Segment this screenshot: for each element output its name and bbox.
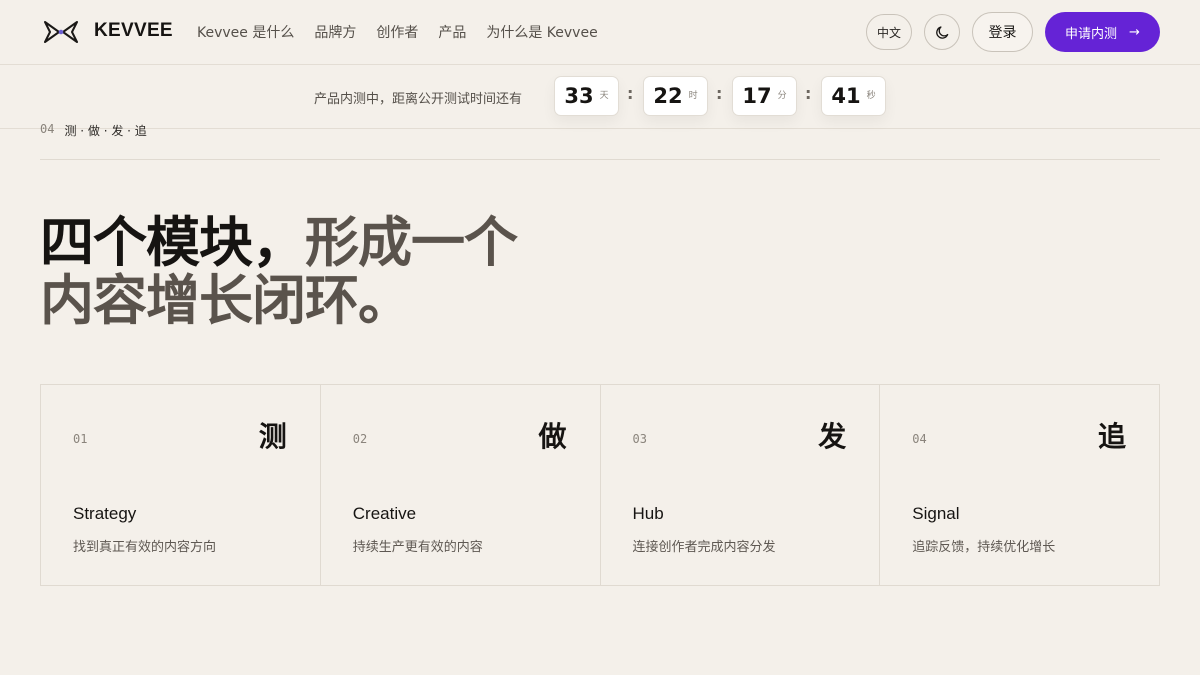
module-description: 追踪反馈，持续优化增长 bbox=[912, 540, 1056, 555]
countdown-message: 产品内测中，距离公开测试时间还有 bbox=[314, 92, 523, 107]
countdown-separator: : bbox=[805, 84, 812, 103]
countdown-days: 33 天 bbox=[554, 76, 619, 116]
countdown-separator: : bbox=[627, 84, 634, 103]
apply-beta-label: 申请内测 bbox=[1065, 26, 1118, 42]
countdown-minutes: 17 分 bbox=[732, 76, 797, 116]
moon-icon bbox=[935, 25, 948, 39]
arrow-right-icon: → bbox=[1129, 24, 1140, 40]
theme-toggle-button[interactable] bbox=[924, 14, 960, 50]
module-card-strategy[interactable]: 01 测 Strategy 找到真正有效的内容方向 bbox=[41, 385, 321, 585]
module-description: 找到真正有效的内容方向 bbox=[73, 540, 217, 555]
module-number: 04 bbox=[912, 432, 927, 446]
module-description: 连接创作者完成内容分发 bbox=[632, 540, 776, 555]
language-button[interactable]: 中文 bbox=[866, 14, 912, 50]
module-card-creative[interactable]: 02 做 Creative 持续生产更有效的内容 bbox=[321, 385, 601, 585]
nav-item-why-kevvee[interactable]: 为什么是 Kevvee bbox=[486, 22, 597, 42]
module-character: 追 bbox=[1097, 420, 1126, 453]
countdown-value: 33 bbox=[564, 84, 594, 108]
top-header: KEVVEE Kevvee 是什么 品牌方 创作者 产品 为什么是 Kevvee… bbox=[0, 0, 1200, 65]
module-card-hub[interactable]: 03 发 Hub 连接创作者完成内容分发 bbox=[601, 385, 881, 585]
brand-name[interactable]: KEVVEE bbox=[94, 20, 173, 42]
countdown-unit: 分 bbox=[777, 90, 787, 101]
module-title: Strategy bbox=[73, 504, 137, 523]
section-number: 04 bbox=[40, 122, 55, 136]
module-character: 测 bbox=[258, 420, 287, 453]
module-title: Creative bbox=[352, 504, 417, 523]
countdown-value: 17 bbox=[742, 84, 772, 108]
module-character: 发 bbox=[818, 420, 847, 453]
modules-grid: 01 测 Strategy 找到真正有效的内容方向 02 做 Creative … bbox=[40, 384, 1160, 586]
section-title: 测 · 做 · 发 · 追 bbox=[64, 124, 147, 138]
module-title: Signal bbox=[912, 504, 960, 523]
countdown-value: 22 bbox=[653, 84, 683, 108]
countdown-hours: 22 时 bbox=[643, 76, 708, 116]
nav-item-product[interactable]: 产品 bbox=[438, 22, 466, 42]
nav-item-what-is-kevvee[interactable]: Kevvee 是什么 bbox=[197, 22, 294, 42]
nav-item-creators[interactable]: 创作者 bbox=[376, 22, 418, 42]
countdown-value: 41 bbox=[831, 84, 861, 108]
apply-beta-button[interactable]: 申请内测 → bbox=[1045, 12, 1160, 52]
section-divider bbox=[40, 159, 1160, 160]
page-title: 四个模块，形成一个内容增长闭环。 bbox=[40, 214, 520, 330]
module-number: 03 bbox=[632, 432, 647, 446]
login-button[interactable]: 登录 bbox=[972, 12, 1033, 52]
module-number: 02 bbox=[352, 432, 368, 446]
main-nav: Kevvee 是什么 品牌方 创作者 产品 为什么是 Kevvee bbox=[197, 22, 598, 42]
nav-item-brands[interactable]: 品牌方 bbox=[314, 22, 356, 42]
countdown-separator: : bbox=[716, 84, 723, 103]
module-description: 持续生产更有效的内容 bbox=[352, 540, 483, 555]
countdown-unit: 时 bbox=[688, 90, 698, 101]
countdown-unit: 天 bbox=[599, 90, 609, 101]
section-label: 04 测 · 做 · 发 · 追 bbox=[40, 122, 147, 139]
module-card-signal[interactable]: 04 追 Signal 追踪反馈，持续优化增长 bbox=[880, 385, 1159, 585]
countdown-bar: 产品内测中，距离公开测试时间还有 33 天 : 22 时 : 17 分 : 41… bbox=[0, 65, 1200, 129]
module-title: Hub bbox=[632, 504, 664, 523]
countdown-unit: 秒 bbox=[866, 90, 876, 101]
countdown-seconds: 41 秒 bbox=[821, 76, 886, 116]
page-title-primary: 四个模块， bbox=[40, 211, 306, 274]
module-character: 做 bbox=[538, 420, 567, 453]
kevvee-logo-icon[interactable] bbox=[44, 19, 78, 45]
module-number: 01 bbox=[73, 432, 88, 446]
